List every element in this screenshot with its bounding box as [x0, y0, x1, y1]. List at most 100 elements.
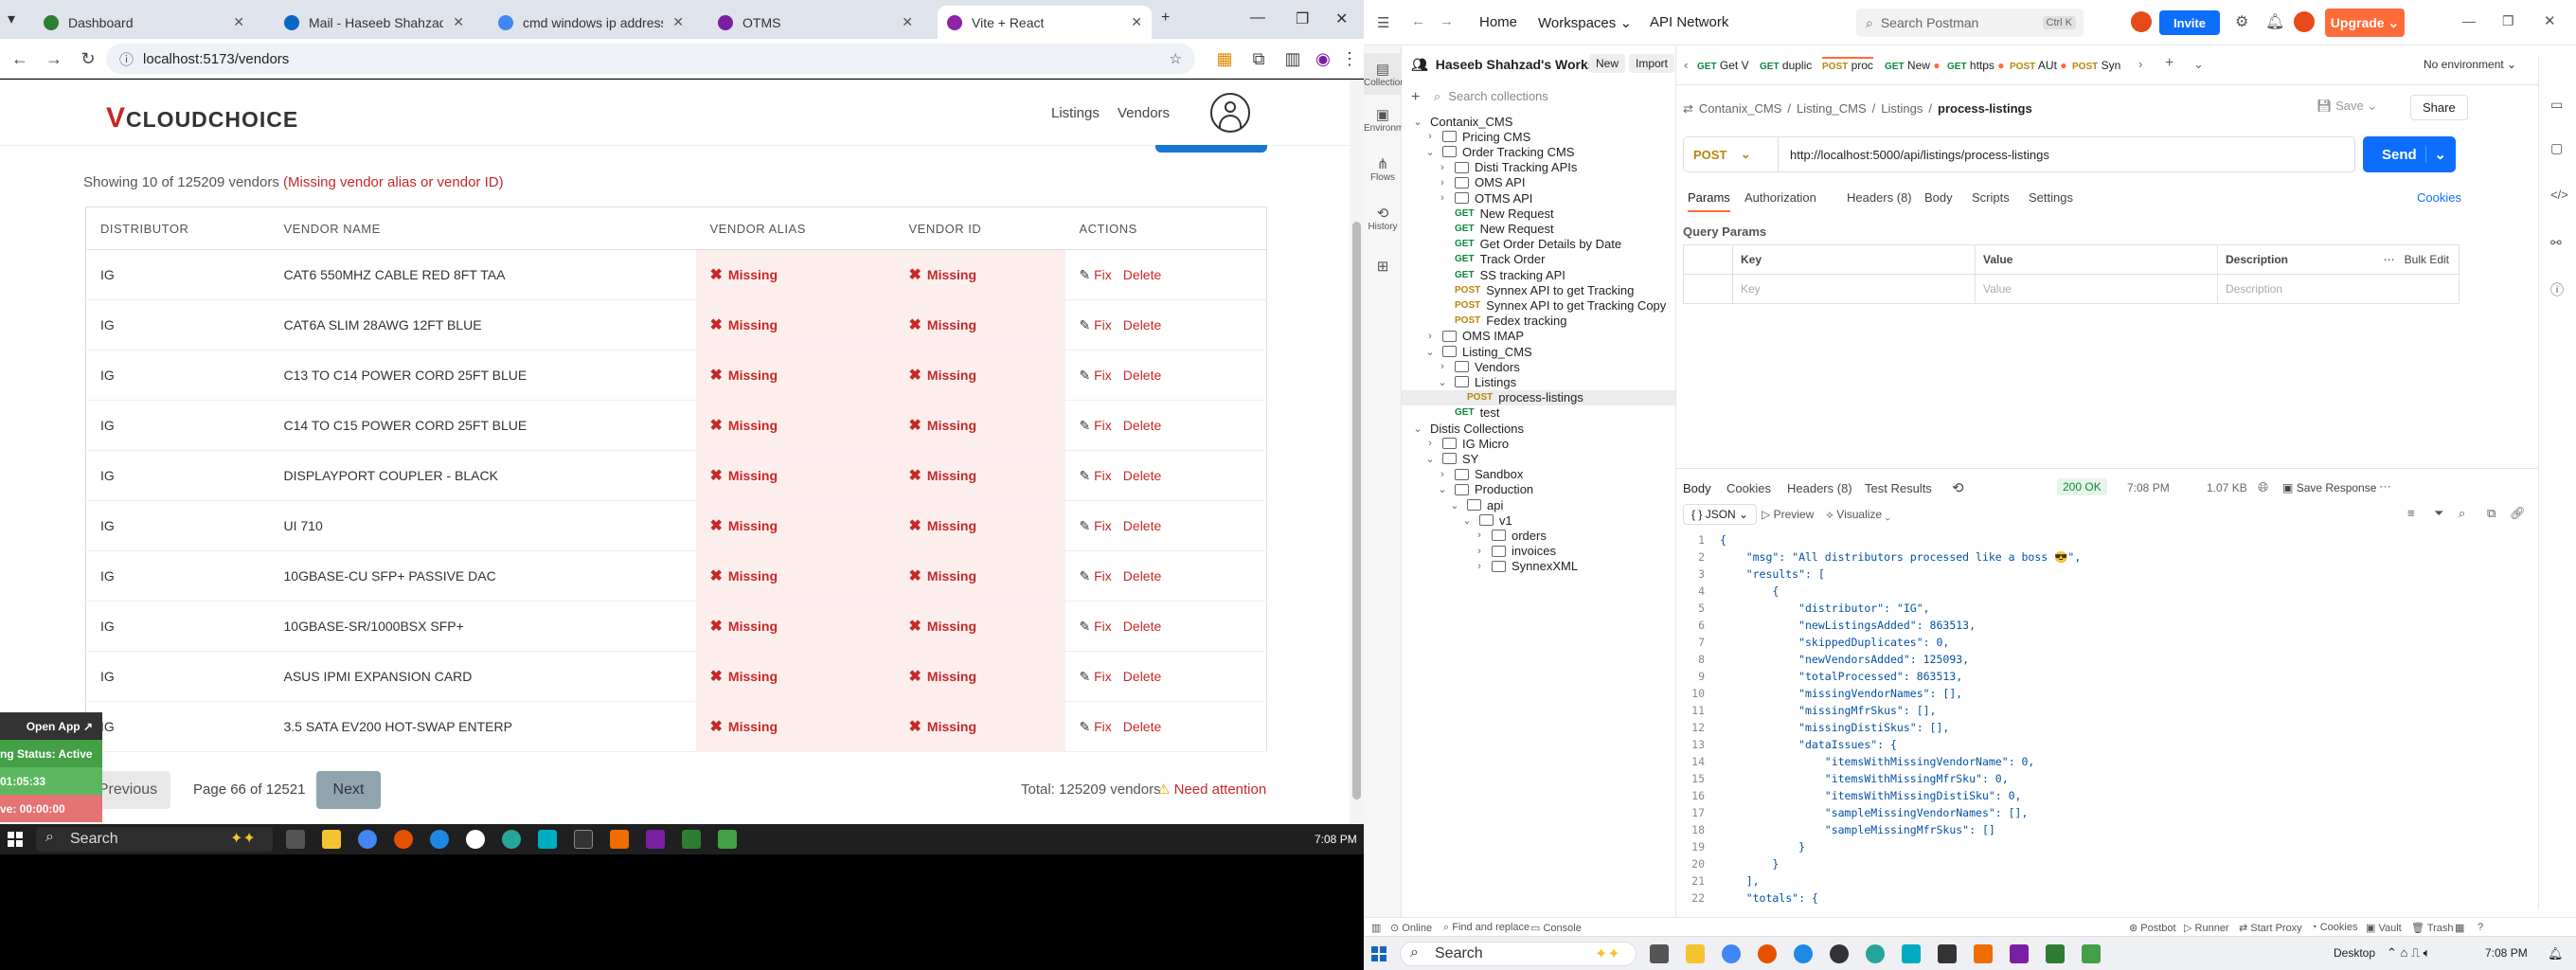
row-checkbox[interactable] [1683, 274, 1733, 304]
tree-request[interactable]: GET SS tracking API [1436, 267, 1565, 282]
app-icon-orange[interactable] [394, 830, 413, 849]
resp-tab-headers[interactable]: Headers (8) [1787, 481, 1852, 495]
chevron-down-icon[interactable]: ⌄ [1423, 146, 1437, 158]
back-arrow-icon[interactable]: ← [1411, 13, 1425, 29]
chevron-right-icon[interactable]: › [1436, 162, 1449, 173]
response-json[interactable]: 1{2 "msg": "All distributors processed l… [1676, 533, 2576, 960]
windows-start-icon[interactable] [8, 832, 23, 847]
tab-settings[interactable]: Settings [2029, 190, 2073, 205]
docs-icon[interactable]: ▭ [2550, 97, 2563, 113]
chevron-right-icon[interactable]: › [1423, 331, 1437, 342]
method-select[interactable]: POST ⌄ [1684, 137, 1779, 171]
resp-tab-cookies[interactable]: Cookies [1726, 481, 1771, 495]
nav-api-network[interactable]: API Network [1650, 14, 1728, 30]
chevron-right-icon[interactable]: › [1473, 546, 1486, 557]
notifications-bell-icon[interactable]: 🔔︎ [2265, 12, 2284, 31]
code-icon[interactable]: </> [2550, 188, 2568, 202]
app-icon-orange[interactable] [1758, 944, 1777, 963]
tree-request[interactable]: GET New Request [1436, 206, 1554, 221]
chevron-down-icon[interactable]: ⌄ [1448, 499, 1461, 512]
start-proxy[interactable]: ⇄ Start Proxy [2239, 922, 2302, 934]
chevron-right-icon[interactable]: › [1436, 469, 1449, 480]
app-icon-white[interactable] [466, 830, 485, 849]
globe-icon[interactable]: 🌐︎ [2258, 479, 2268, 495]
task-view-icon[interactable] [286, 830, 305, 849]
environment-selector[interactable]: No environment ⌄ [2424, 58, 2516, 71]
related-icon[interactable]: ⚯ [2550, 235, 2562, 251]
tree-folder[interactable]: ⌄ Order Tracking CMS [1423, 144, 1574, 159]
onenote-icon[interactable] [646, 830, 665, 849]
sheets-icon[interactable] [2082, 944, 2101, 963]
address-bar[interactable]: ⓘ localhost:5173/vendors ☆ [106, 44, 1195, 74]
app-icon-teal[interactable] [1866, 944, 1885, 963]
menu-icon[interactable]: ☰ [1377, 14, 1389, 31]
chevron-down-icon[interactable]: ⌄ [1423, 346, 1437, 358]
delete-button[interactable]: Delete [1123, 568, 1161, 584]
app-icon-dark[interactable] [1830, 944, 1849, 963]
new-tab-icon[interactable]: + [1161, 9, 1170, 27]
send-button[interactable]: Send ⌄ [2363, 136, 2456, 172]
chrome-icon[interactable] [358, 830, 377, 849]
maximize-icon[interactable]: ❐ [2502, 13, 2514, 29]
tab-params[interactable]: Params [1688, 190, 1730, 212]
tree-folder[interactable]: ⌄ v1 [1460, 512, 1512, 528]
fix-button[interactable]: ✎ Fix [1080, 619, 1112, 634]
collections-nav[interactable]: ▤ Collections [1364, 53, 1410, 95]
request-tab[interactable]: GET duplic [1760, 59, 1812, 72]
chevron-down-icon[interactable]: ⌄ [1436, 483, 1449, 495]
qp-description-input[interactable]: Description [2217, 274, 2460, 304]
format-select[interactable]: { } JSON ⌄ [1683, 504, 1758, 525]
delete-button[interactable]: Delete [1123, 468, 1161, 483]
terminal-icon[interactable] [574, 830, 593, 849]
tree-folder[interactable]: ⌄ Contanix_CMS [1411, 114, 1512, 129]
help-icon[interactable]: ? [2478, 922, 2483, 933]
tree-folder[interactable]: ⌄ Distis Collections [1411, 421, 1524, 436]
file-explorer-icon[interactable] [322, 830, 341, 849]
tree-folder[interactable]: › Vendors [1436, 359, 1520, 374]
onenote-icon[interactable] [2010, 944, 2029, 963]
browser-tab[interactable]: cmd windows ip address - Goo ✕ [489, 6, 693, 39]
fix-button[interactable]: ✎ Fix [1080, 568, 1112, 584]
tab-headers[interactable]: Headers (8) [1847, 190, 1912, 205]
nav-listings[interactable]: Listings [1051, 105, 1100, 121]
tree-folder[interactable]: › Disti Tracking APIs [1436, 160, 1577, 175]
tree-request[interactable]: POST Synnex API to get Tracking Copy [1436, 297, 1666, 313]
sheets-icon[interactable] [718, 830, 737, 849]
more-options-icon[interactable]: ⋯ [2379, 479, 2391, 494]
chevron-right-icon[interactable]: › [1473, 530, 1486, 541]
fix-button[interactable]: ✎ Fix [1080, 518, 1112, 533]
trash[interactable]: 🗑︎ Trash [2411, 922, 2454, 934]
app-icon-cyan[interactable] [1902, 944, 1921, 963]
postman-taskbar-icon[interactable] [1974, 944, 1993, 963]
search-collections-input[interactable]: ⌕ Search collections [1434, 89, 1548, 104]
history-icon[interactable]: ⟲ [1952, 479, 1964, 496]
close-tab-icon[interactable]: ✕ [233, 14, 244, 30]
reload-icon[interactable]: ↻ [78, 48, 98, 69]
request-tab[interactable]: GET New ● [1885, 59, 1941, 72]
request-tab[interactable]: POST Syn [2072, 59, 2120, 72]
app-icon-blue[interactable] [430, 830, 449, 849]
tree-folder[interactable]: ⌄ Production [1436, 482, 1533, 497]
close-tab-icon[interactable]: ✕ [1131, 14, 1142, 30]
terminal-icon[interactable] [1938, 944, 1957, 963]
resp-tab-body[interactable]: Body [1683, 481, 1711, 495]
excel-icon[interactable] [2046, 944, 2065, 963]
delete-button[interactable]: Delete [1123, 368, 1161, 383]
tree-request[interactable]: GET test [1436, 405, 1500, 421]
tree-folder[interactable]: › invoices [1473, 544, 1556, 559]
user-avatar-icon[interactable] [1210, 93, 1250, 133]
chrome-icon[interactable] [1722, 944, 1741, 963]
scrollbar-thumb[interactable] [1352, 222, 1361, 799]
send-dropdown-icon[interactable]: ⌄ [2425, 146, 2446, 163]
request-tab[interactable]: GET https ● [1947, 59, 2005, 72]
chevron-down-icon[interactable]: ⌄ [1411, 422, 1424, 435]
runner[interactable]: ▷ Runner [2184, 922, 2229, 934]
tabs-scroll-right-icon[interactable]: › [2138, 57, 2142, 71]
chevron-down-icon[interactable]: ⌄ [1436, 376, 1449, 388]
extension-icon[interactable]: ▦ [1214, 48, 1235, 69]
flows-nav[interactable]: ⋔ Flows [1364, 155, 1402, 183]
tree-folder[interactable]: › OTMS API [1436, 190, 1532, 206]
postman-taskbar-icon[interactable] [610, 830, 629, 849]
windows-start-icon[interactable] [1371, 946, 1386, 961]
app-icon-cyan[interactable] [538, 830, 557, 849]
